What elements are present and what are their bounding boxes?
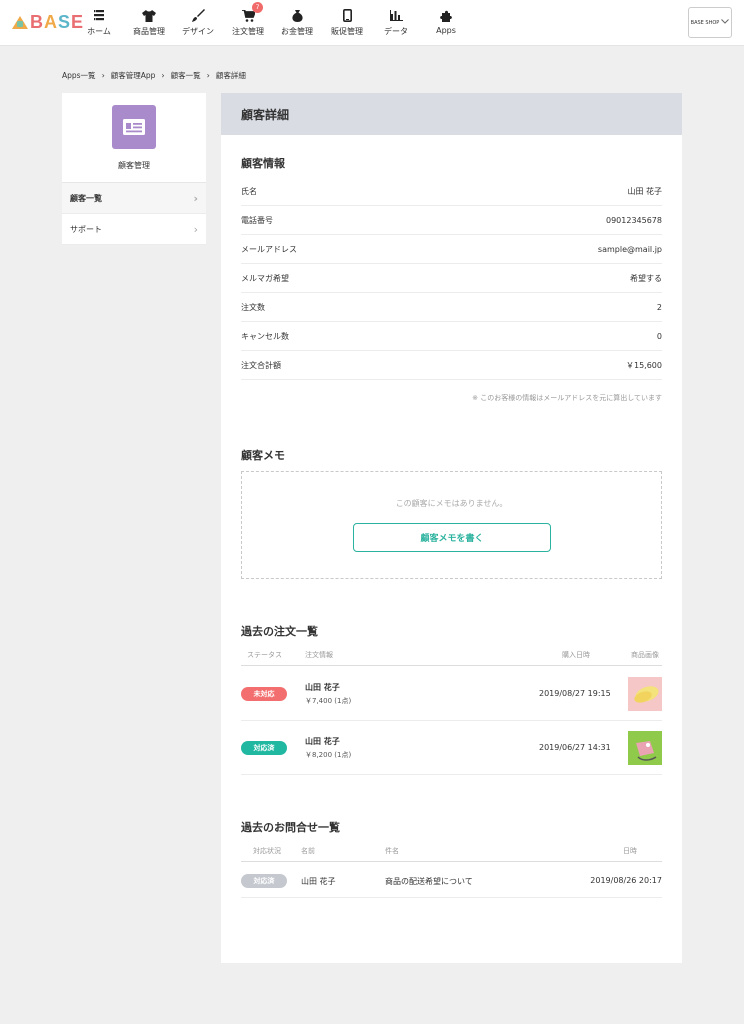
breadcrumb-customer-app[interactable]: 顧客管理App (111, 70, 156, 81)
breadcrumb: Apps一覧 › 顧客管理App › 顧客一覧 › 顧客詳細 (62, 70, 246, 81)
phone-icon (322, 8, 372, 23)
nav-item-data[interactable]: データ (371, 8, 421, 37)
logo-mark-icon (12, 15, 28, 29)
nav-item-money[interactable]: お金管理 (272, 8, 322, 37)
inquiries-table-header: 対応状況 名前 件名 日時 (241, 842, 662, 862)
money-bag-icon (272, 8, 322, 23)
chevron-right-icon: › (193, 191, 198, 205)
product-thumbnail[interactable] (628, 677, 662, 711)
chevron-right-icon: › (193, 222, 198, 236)
inquiry-row[interactable]: 対応済 山田 花子 商品の配送希望について 2019/08/26 20:17 (241, 863, 662, 898)
bar-chart-icon (371, 8, 421, 23)
shop-switcher-button[interactable]: BASE SHOP (688, 7, 732, 38)
nav-item-products[interactable]: 商品管理 (124, 8, 174, 37)
orders-title: 過去の注文一覧 (241, 625, 318, 638)
tshirt-icon (124, 8, 174, 23)
orders-count-badge: 7 (252, 2, 263, 13)
sidebar-item-support[interactable]: サポート › (62, 214, 206, 245)
info-row-email: メールアドレス sample@mail.jp (241, 235, 662, 264)
nav-item-home[interactable]: ホーム (74, 8, 124, 37)
home-list-icon (74, 8, 124, 23)
info-row-cancel-count: キャンセル数 0 (241, 322, 662, 351)
chevron-right-icon: › (206, 71, 210, 80)
info-note: ※ このお客様の情報はメールアドレスを元に算出しています (472, 394, 662, 402)
page-title: 顧客詳細 (221, 93, 682, 135)
breadcrumb-customer-list[interactable]: 顧客一覧 (171, 70, 201, 81)
status-badge: 対応済 (241, 741, 287, 755)
info-row-name: 氏名 山田 花子 (241, 177, 662, 206)
nav-item-promotion[interactable]: 販促管理 (322, 8, 372, 37)
info-row-phone: 電話番号 09012345678 (241, 206, 662, 235)
nav-item-apps[interactable]: Apps (421, 8, 471, 35)
chevron-down-icon (721, 19, 730, 26)
info-row-order-total: 注文合計額 ￥15,600 (241, 351, 662, 380)
customer-info-title: 顧客情報 (241, 157, 285, 170)
memo-empty-text: この顧客にメモはありません。 (395, 499, 508, 508)
customer-detail-panel: 顧客詳細 顧客情報 氏名 山田 花子 電話番号 09012345678 メールアドレ… (221, 93, 682, 963)
inquiries-title: 過去のお問合せ一覧 (241, 821, 340, 834)
nav-item-orders[interactable]: 7 注文管理 (223, 2, 273, 37)
status-badge: 未対応 (241, 687, 287, 701)
sidebar-title: 顧客管理 (118, 161, 150, 170)
chevron-right-icon: › (161, 71, 165, 80)
memo-title: 顧客メモ (241, 449, 285, 462)
status-badge: 対応済 (241, 874, 287, 888)
info-row-newsletter: メルマガ希望 希望する (241, 264, 662, 293)
breadcrumb-apps[interactable]: Apps一覧 (62, 70, 96, 81)
puzzle-icon (421, 8, 471, 23)
brush-icon (173, 8, 223, 23)
order-row[interactable]: 未対応 山田 花子 ￥7,400 (1点) 2019/08/27 19:15 (241, 667, 662, 721)
memo-box: この顧客にメモはありません。 顧客メモを書く (241, 471, 662, 579)
write-memo-button[interactable]: 顧客メモを書く (353, 523, 551, 552)
orders-table-header: ステータス 注文情報 購入日時 商品画像 (241, 646, 662, 666)
sidebar: 顧客管理 顧客一覧 › サポート › (62, 93, 206, 245)
chevron-right-icon: › (101, 71, 105, 80)
nav-item-design[interactable]: デザイン (173, 8, 223, 37)
info-row-order-count: 注文数 2 (241, 293, 662, 322)
product-thumbnail[interactable] (628, 731, 662, 765)
cart-icon: 7 (223, 2, 273, 23)
sidebar-item-customer-list[interactable]: 顧客一覧 › (62, 183, 206, 214)
customer-card-icon (112, 105, 156, 149)
breadcrumb-current: 顧客詳細 (215, 71, 246, 80)
order-row[interactable]: 対応済 山田 花子 ￥8,200 (1点) 2019/06/27 14:31 (241, 721, 662, 775)
top-navigation: BASE ホーム 商品管理 デザイン 7 注文管理 お金管理 販促管理 データ … (0, 0, 744, 46)
